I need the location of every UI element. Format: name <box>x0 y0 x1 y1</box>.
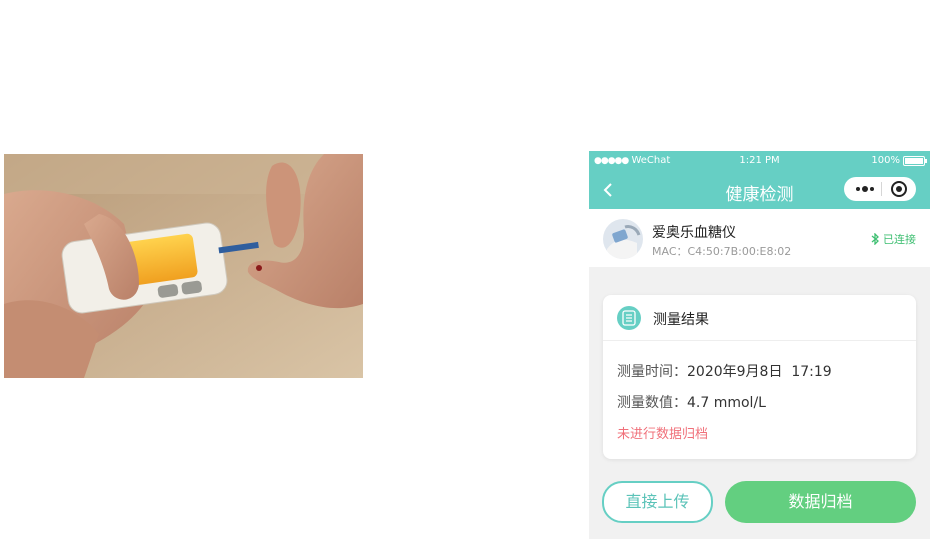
status-bar: ●●●●● WeChat 1:21 PM 100% <box>589 151 930 171</box>
device-name: 爱奥乐血糖仪 <box>652 225 736 241</box>
result-header: 测量结果 <box>603 295 916 341</box>
measure-time-label: 测量时间： <box>617 364 687 380</box>
battery-percent: 100% <box>871 155 900 166</box>
battery-icon <box>903 155 927 166</box>
nav-bar: 健康检测 <box>589 171 930 209</box>
archive-status-note: 未进行数据归档 <box>617 427 709 442</box>
data-archive-button[interactable]: 数据归档 <box>725 481 916 523</box>
result-title: 测量结果 <box>653 312 709 328</box>
device-card[interactable]: 爱奥乐血糖仪 MAC：C4:50:7B:00:E8:02 已连接 <box>589 209 930 267</box>
close-button[interactable] <box>888 179 910 199</box>
menu-capsule <box>844 177 916 201</box>
battery: 100% <box>871 155 927 166</box>
bluetooth-icon <box>871 233 879 245</box>
direct-upload-button[interactable]: 直接上传 <box>602 481 713 523</box>
measure-time-row: 测量时间：2020年9月8日 17:19 <box>617 361 832 381</box>
measure-value: 4.7 mmol/L <box>687 395 766 411</box>
result-card: 测量结果 测量时间：2020年9月8日 17:19 测量数值：4.7 mmol/… <box>603 295 916 459</box>
more-dots-icon <box>856 186 874 192</box>
target-circle-icon <box>891 181 907 197</box>
measure-value-row: 测量数值：4.7 mmol/L <box>617 392 766 412</box>
device-mac: MAC：C4:50:7B:00:E8:02 <box>652 245 792 258</box>
list-icon <box>617 306 641 330</box>
connection-label: 已连接 <box>883 233 916 246</box>
device-avatar <box>603 219 643 259</box>
capsule-divider <box>881 182 882 196</box>
connection-status: 已连接 <box>871 231 916 247</box>
measure-value-label: 测量数值： <box>617 395 687 411</box>
phone-screen: ●●●●● WeChat 1:21 PM 100% 健康检测 爱奥乐血糖仪 MA… <box>589 151 930 539</box>
measure-time-value: 2020年9月8日 17:19 <box>687 364 832 380</box>
glucose-meter-photo <box>4 154 363 378</box>
more-button[interactable] <box>852 179 878 199</box>
